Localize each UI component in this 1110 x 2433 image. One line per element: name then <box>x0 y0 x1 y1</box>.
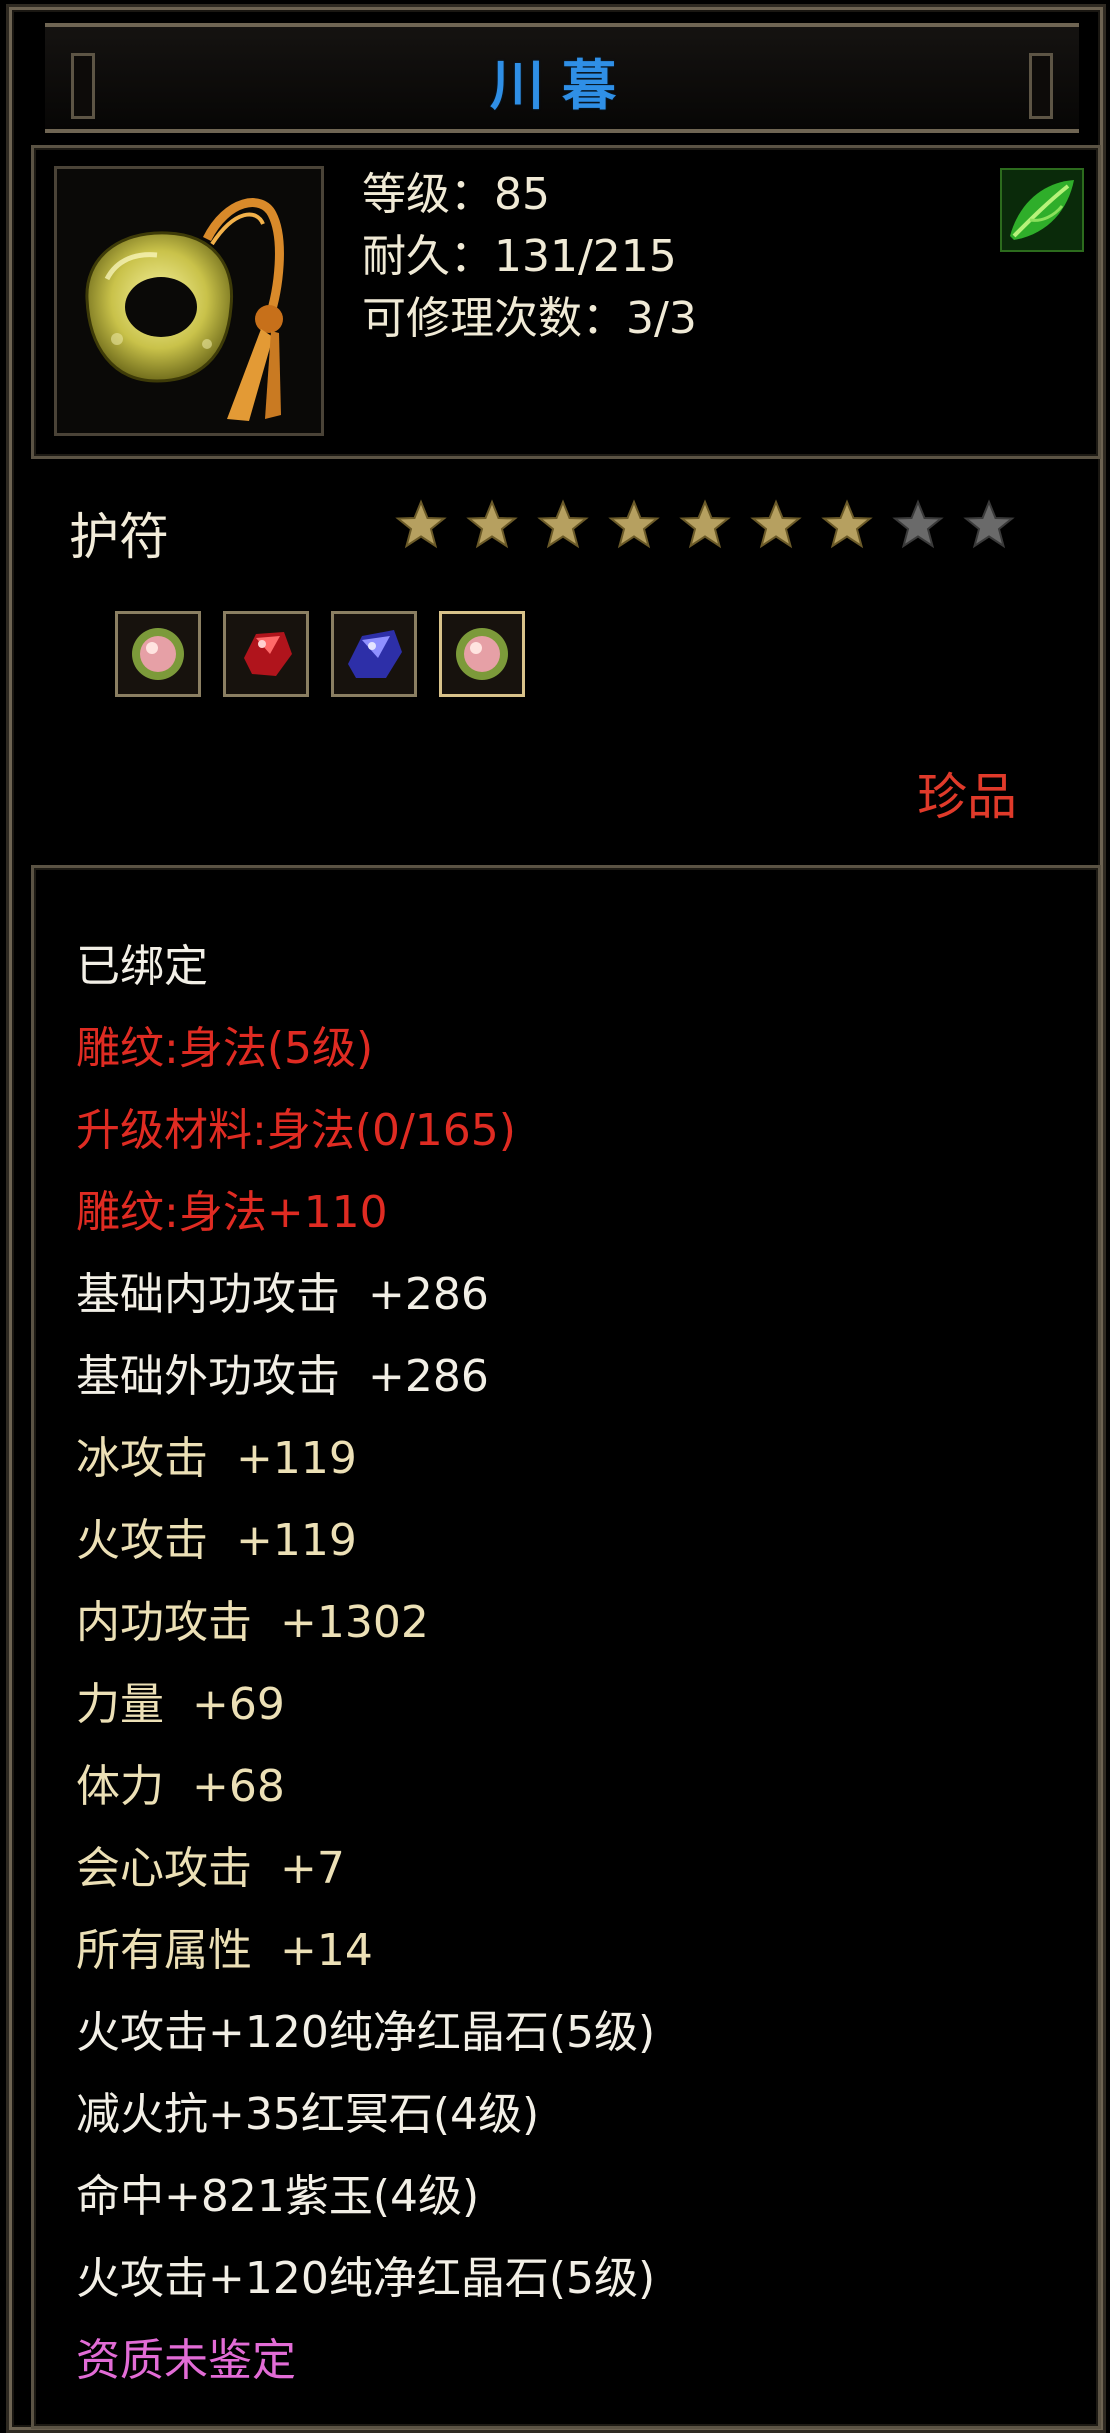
star-filled-icon <box>608 499 660 549</box>
item-header: 等级：85 耐久：131/215 可修理次数：3/3 <box>31 145 1101 459</box>
star-filled-icon <box>537 499 589 549</box>
amulet-icon <box>85 198 284 421</box>
gem-socket-3[interactable] <box>331 611 417 697</box>
item-repair-count: 可修理次数：3/3 <box>362 293 697 344</box>
property-line: 减火抗+35红冥石(4级) <box>76 2089 540 2140</box>
property-line: 体力 +68 <box>76 1761 285 1812</box>
item-durability: 耐久：131/215 <box>362 231 677 282</box>
property-line: 已绑定 <box>76 941 208 992</box>
star-filled-icon <box>395 499 447 549</box>
property-line: 雕纹:身法(5级) <box>76 1023 374 1074</box>
gem-socket-4[interactable] <box>439 611 525 697</box>
title-bar: 川暮 <box>45 23 1079 133</box>
property-line: 火攻击+120纯净红晶石(5级) <box>76 2253 656 2304</box>
rarity-label: 珍品 <box>917 768 1017 826</box>
leaf-icon <box>1000 168 1084 252</box>
property-line: 升级材料:身法(0/165) <box>76 1105 516 1156</box>
property-line: 冰攻击 +119 <box>76 1433 357 1484</box>
item-level: 等级：85 <box>362 169 550 220</box>
pink-gem-icon <box>132 628 184 680</box>
gem-sockets <box>115 611 525 697</box>
property-line: 命中+821紫玉(4级) <box>76 2171 480 2222</box>
pink-gem-icon <box>456 628 508 680</box>
property-line: 内功攻击 +1302 <box>76 1597 429 1648</box>
item-tooltip-window: 川暮 等级：85 耐久：131/215 可修理次数：3/3 护符 珍品 已绑定 … <box>6 4 1106 2433</box>
blue-gem-icon <box>348 630 402 678</box>
gem-socket-2[interactable] <box>223 611 309 697</box>
star-filled-icon <box>679 499 731 549</box>
star-empty-icon <box>892 499 944 549</box>
item-stats: 等级：85 耐久：131/215 可修理次数：3/3 <box>362 164 697 350</box>
property-line: 所有属性 +14 <box>76 1925 373 1976</box>
property-line: 基础内功攻击 +286 <box>76 1269 489 1320</box>
item-type: 护符 <box>69 508 169 566</box>
property-line: 力量 +69 <box>76 1679 285 1730</box>
item-slot[interactable] <box>54 166 324 436</box>
star-rating <box>395 499 1015 551</box>
star-empty-icon <box>963 499 1015 549</box>
star-filled-icon <box>750 499 802 549</box>
property-line: 雕纹:身法+110 <box>76 1187 388 1238</box>
gem-socket-1[interactable] <box>115 611 201 697</box>
property-line: 资质未鉴定 <box>76 2335 296 2386</box>
red-gem-icon <box>244 632 292 676</box>
property-line: 火攻击 +119 <box>76 1515 357 1566</box>
star-filled-icon <box>821 499 873 549</box>
item-name: 川暮 <box>490 54 634 117</box>
property-line: 火攻击+120纯净红晶石(5级) <box>76 2007 656 2058</box>
star-filled-icon <box>466 499 518 549</box>
property-line: 会心攻击 +7 <box>76 1843 345 1894</box>
property-line: 基础外功攻击 +286 <box>76 1351 489 1402</box>
properties-list: 已绑定 雕纹:身法(5级) 升级材料:身法(0/165) 雕纹:身法+110 基… <box>76 926 655 2402</box>
properties-panel: 已绑定 雕纹:身法(5级) 升级材料:身法(0/165) 雕纹:身法+110 基… <box>31 865 1101 2429</box>
